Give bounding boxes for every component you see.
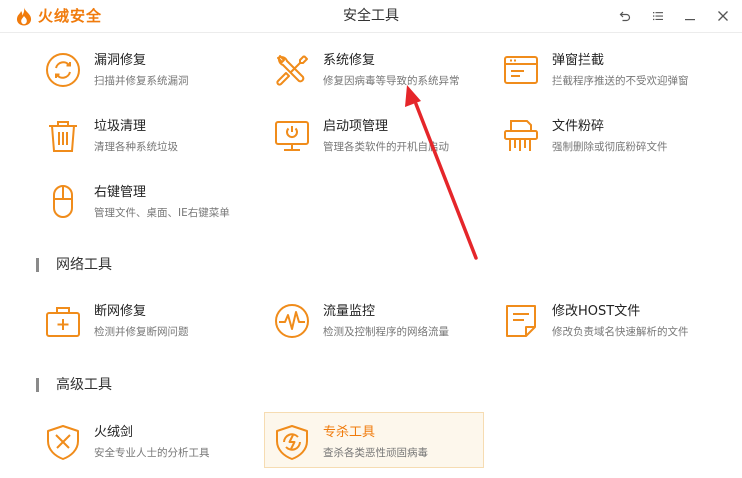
tool-name: 弹窗拦截 xyxy=(552,53,605,68)
kill-virus-shield-icon xyxy=(273,423,311,461)
tool-traffic-monitor[interactable]: 流量监控 检测及控制程序的网络流量 xyxy=(273,302,491,358)
tool-desc: 修改负责域名快速解析的文件 xyxy=(552,326,689,338)
brand: 火绒安全 xyxy=(16,6,102,26)
shredder-icon xyxy=(502,117,540,155)
tool-name: 系统修复 xyxy=(323,53,376,68)
tool-junk-cleanup[interactable]: 垃圾清理 清理各种系统垃圾 xyxy=(44,117,262,173)
brand-name: 火绒安全 xyxy=(38,7,103,25)
tool-vulnerability-fix[interactable]: 漏洞修复 扫描并修复系统漏洞 xyxy=(44,51,262,107)
tool-name: 修改HOST文件 xyxy=(552,304,641,319)
trash-icon xyxy=(44,117,82,155)
tool-huorong-sword[interactable]: 火绒剑 安全专业人士的分析工具 xyxy=(44,423,262,478)
close-icon xyxy=(718,11,728,21)
popup-block-icon xyxy=(502,51,540,89)
section-advanced: 高级工具 xyxy=(36,376,112,394)
tool-name: 流量监控 xyxy=(323,304,376,319)
close-button[interactable] xyxy=(713,6,733,26)
flame-logo-icon xyxy=(16,7,32,25)
monitor-icon xyxy=(273,117,311,155)
document-icon xyxy=(502,302,540,340)
tool-name: 专杀工具 xyxy=(323,425,376,440)
tool-desc: 清理各种系统垃圾 xyxy=(94,141,178,153)
tool-virus-killer[interactable]: 专杀工具 查杀各类恶性顽固病毒 xyxy=(264,412,484,468)
back-button[interactable] xyxy=(615,6,635,26)
tool-desc: 管理文件、桌面、IE右键菜单 xyxy=(94,207,230,219)
tool-desc: 检测及控制程序的网络流量 xyxy=(323,326,449,338)
tool-name: 右键管理 xyxy=(94,185,147,200)
tool-edit-hosts[interactable]: 修改HOST文件 修改负责域名快速解析的文件 xyxy=(502,302,720,358)
title-bar: 火绒安全 安全工具 xyxy=(0,0,742,32)
minimize-button[interactable] xyxy=(680,6,700,26)
tool-name: 火绒剑 xyxy=(94,425,134,440)
tool-desc: 拦截程序推送的不受欢迎弹窗 xyxy=(552,75,689,87)
tool-name: 启动项管理 xyxy=(323,119,389,134)
first-aid-icon xyxy=(44,302,82,340)
tool-desc: 强制删除或彻底粉碎文件 xyxy=(552,141,668,153)
tool-desc: 修复因病毒等导致的系统异常 xyxy=(323,75,460,87)
tool-desc: 管理各类软件的开机自启动 xyxy=(323,141,449,153)
minimize-icon xyxy=(685,19,695,21)
tool-file-shredder[interactable]: 文件粉碎 强制删除或彻底粉碎文件 xyxy=(502,117,720,173)
section-title: 高级工具 xyxy=(56,377,112,393)
menu-icon xyxy=(653,12,663,21)
tool-name: 垃圾清理 xyxy=(94,119,147,134)
vulnerability-fix-icon xyxy=(44,51,82,89)
sword-shield-icon xyxy=(44,423,82,461)
title-divider xyxy=(0,32,742,33)
tool-popup-block[interactable]: 弹窗拦截 拦截程序推送的不受欢迎弹窗 xyxy=(502,51,720,107)
tool-desc: 安全专业人士的分析工具 xyxy=(94,447,210,459)
tool-system-repair[interactable]: 系统修复 修复因病毒等导致的系统异常 xyxy=(273,51,491,107)
tool-desc: 扫描并修复系统漏洞 xyxy=(94,75,189,87)
traffic-monitor-icon xyxy=(273,302,311,340)
tool-desc: 查杀各类恶性顽固病毒 xyxy=(323,447,428,459)
section-bar xyxy=(36,378,39,392)
tool-name: 文件粉碎 xyxy=(552,119,605,134)
section-bar xyxy=(36,258,39,272)
section-title: 网络工具 xyxy=(56,257,112,273)
back-icon xyxy=(619,11,631,22)
tool-context-menu-manager[interactable]: 右键管理 管理文件、桌面、IE右键菜单 xyxy=(44,183,262,239)
tool-name: 断网修复 xyxy=(94,304,147,319)
mouse-icon xyxy=(44,183,82,221)
tool-desc: 检测并修复断网问题 xyxy=(94,326,189,338)
section-network: 网络工具 xyxy=(36,256,112,274)
tool-startup-manager[interactable]: 启动项管理 管理各类软件的开机自启动 xyxy=(273,117,491,173)
tool-name: 漏洞修复 xyxy=(94,53,147,68)
menu-button[interactable] xyxy=(648,6,668,26)
wrench-screwdriver-icon xyxy=(273,51,311,89)
tool-network-repair[interactable]: 断网修复 检测并修复断网问题 xyxy=(44,302,262,358)
